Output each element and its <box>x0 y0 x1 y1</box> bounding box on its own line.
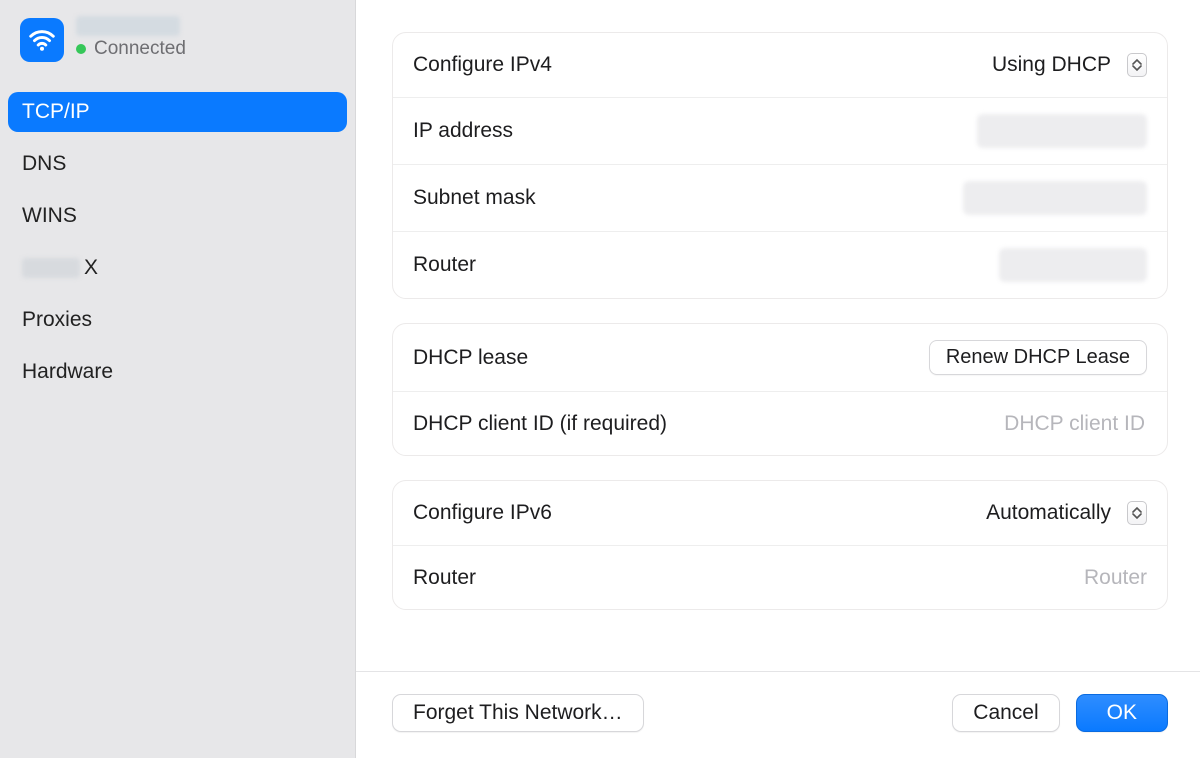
tab-8021x[interactable]: X <box>8 248 347 288</box>
row-ip-address: IP address <box>393 97 1167 164</box>
ipv4-card: Configure IPv4 Using DHCP IP address Sub… <box>392 32 1168 299</box>
redacted-prefix <box>22 258 80 278</box>
wifi-icon <box>20 18 64 62</box>
subnet-mask-label: Subnet mask <box>413 186 536 210</box>
forget-network-button[interactable]: Forget This Network… <box>392 694 644 732</box>
status-indicator-icon <box>76 44 86 54</box>
tab-label: DNS <box>22 152 66 175</box>
row-router-v4: Router <box>393 231 1167 298</box>
settings-scroll: Configure IPv4 Using DHCP IP address Sub… <box>356 0 1200 671</box>
configure-ipv4-dropdown[interactable] <box>1127 53 1147 77</box>
tab-hardware[interactable]: Hardware <box>8 352 347 392</box>
ipv6-card: Configure IPv6 Automatically Router Rout… <box>392 480 1168 610</box>
ip-address-label: IP address <box>413 119 513 143</box>
router-v6-label: Router <box>413 566 476 590</box>
dialog-footer: Forget This Network… Cancel OK <box>356 671 1200 758</box>
tab-label: Proxies <box>22 308 92 331</box>
configure-ipv6-dropdown[interactable] <box>1127 501 1147 525</box>
row-configure-ipv6: Configure IPv6 Automatically <box>393 481 1167 545</box>
tab-wins[interactable]: WINS <box>8 196 347 236</box>
dhcp-lease-label: DHCP lease <box>413 346 528 370</box>
row-router-v6: Router Router <box>393 545 1167 609</box>
cancel-button[interactable]: Cancel <box>952 694 1059 732</box>
ip-address-value <box>977 114 1147 148</box>
tab-dns[interactable]: DNS <box>8 144 347 184</box>
row-dhcp-lease: DHCP lease Renew DHCP Lease <box>393 324 1167 391</box>
tab-label: Hardware <box>22 360 113 383</box>
router-v4-value <box>999 248 1147 282</box>
tab-label: WINS <box>22 204 77 227</box>
router-v6-placeholder: Router <box>1084 566 1147 590</box>
subnet-mask-value <box>963 181 1147 215</box>
configure-ipv4-label: Configure IPv4 <box>413 53 552 77</box>
row-subnet-mask: Subnet mask <box>393 164 1167 231</box>
tab-proxies[interactable]: Proxies <box>8 300 347 340</box>
settings-content: Configure IPv4 Using DHCP IP address Sub… <box>356 0 1200 758</box>
configure-ipv6-label: Configure IPv6 <box>413 501 552 525</box>
tab-label: TCP/IP <box>22 100 90 123</box>
network-settings-window: Connected TCP/IP DNS WINS X Proxies Hard… <box>0 0 1200 758</box>
connection-header: Connected <box>8 18 347 70</box>
settings-tabs: TCP/IP DNS WINS X Proxies Hardware <box>8 86 347 398</box>
tab-tcpip[interactable]: TCP/IP <box>8 92 347 132</box>
dhcp-client-id-input[interactable] <box>887 411 1147 437</box>
router-v4-label: Router <box>413 253 476 277</box>
row-configure-ipv4: Configure IPv4 Using DHCP <box>393 33 1167 97</box>
configure-ipv4-value: Using DHCP <box>992 53 1111 77</box>
renew-dhcp-button[interactable]: Renew DHCP Lease <box>929 340 1147 375</box>
ok-button[interactable]: OK <box>1076 694 1168 732</box>
dhcp-card: DHCP lease Renew DHCP Lease DHCP client … <box>392 323 1168 456</box>
configure-ipv6-value: Automatically <box>986 501 1111 525</box>
tab-label: X <box>84 256 98 279</box>
settings-sidebar: Connected TCP/IP DNS WINS X Proxies Hard… <box>0 0 356 758</box>
dhcp-client-id-label: DHCP client ID (if required) <box>413 412 667 436</box>
connection-status: Connected <box>94 38 186 60</box>
network-name <box>76 16 180 36</box>
row-dhcp-client-id: DHCP client ID (if required) <box>393 391 1167 455</box>
